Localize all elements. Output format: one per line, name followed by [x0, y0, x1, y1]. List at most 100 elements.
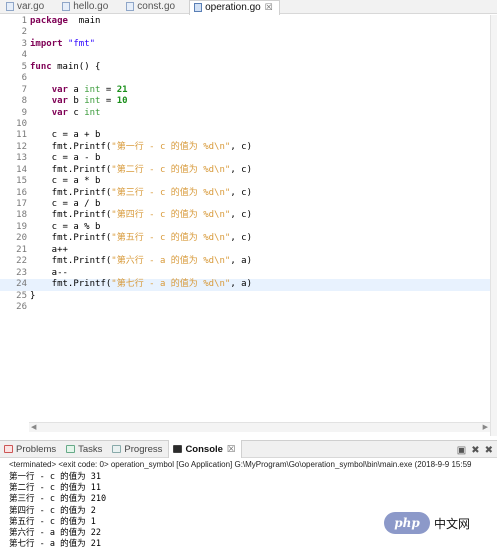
go-file-icon — [62, 2, 71, 11]
code-line[interactable]: 19 c = a % b — [0, 222, 490, 233]
code-token: package — [30, 16, 68, 26]
tab-tasks[interactable]: Tasks — [62, 440, 108, 458]
code-line[interactable]: 25} — [0, 291, 490, 302]
code-token: a++ — [30, 244, 68, 255]
code-line[interactable]: 10 — [0, 119, 490, 130]
code-token: import — [30, 38, 63, 49]
line-number: 8 — [21, 96, 27, 107]
line-number: 11 — [16, 130, 27, 141]
code-line[interactable]: 15 c = a * b — [0, 176, 490, 187]
code-token: } — [30, 290, 36, 301]
watermark-text: 中文网 — [434, 516, 471, 531]
code-token: fmt.Printf( — [30, 210, 112, 221]
progress-icon — [112, 445, 122, 453]
watermark: php 中文网 — [384, 512, 470, 534]
panel-toolbar: ▣ ✖ ✖ — [457, 441, 493, 459]
code-line[interactable]: 3 import "fmt" — [0, 39, 490, 50]
code-token: fmt.Printf( — [30, 164, 112, 175]
code-line[interactable]: 17 c = a / b — [0, 199, 490, 210]
tab-var-go[interactable]: var.go — [2, 0, 50, 14]
tab-const-go[interactable]: const.go — [122, 0, 181, 14]
code-line[interactable]: 14 fmt.Printf("第二行 - c 的值为 %d\n", c) — [0, 165, 490, 176]
code-editor[interactable]: 1 package main 2 3 import "fmt" 4 5 func main()… — [0, 15, 497, 436]
code-token: fmt.Printf( — [30, 279, 112, 290]
line-number: 17 — [16, 199, 27, 210]
tab-hello-go[interactable]: hello.go — [58, 0, 114, 14]
close-icon[interactable]: ☒ — [227, 444, 236, 455]
code-token: c = a + b — [30, 130, 101, 141]
code-token: fmt.Printf( — [30, 256, 112, 267]
tab-progress[interactable]: Progress — [108, 440, 168, 458]
code-line[interactable]: 5 func main() { — [0, 62, 490, 73]
code-token: main() { — [51, 61, 101, 72]
code-token: , a) — [230, 256, 252, 267]
line-number: 18 — [16, 210, 27, 221]
code-text: import "fmt" — [30, 39, 95, 50]
code-line[interactable]: 22 fmt.Printf("第六行 - a 的值为 %d\n", a) — [0, 256, 490, 267]
code-line[interactable]: 2 — [0, 27, 490, 38]
line-number: 19 — [16, 221, 27, 232]
code-text: var c int — [30, 107, 101, 119]
scroll-right-icon[interactable]: ▶ — [483, 423, 488, 431]
code-line[interactable]: 4 — [0, 50, 490, 61]
tab-operation-go[interactable]: operation.go ☒ — [189, 0, 280, 15]
line-number: 25 — [16, 290, 27, 301]
code-line[interactable]: 23 a-- — [0, 268, 490, 279]
code-text: fmt.Printf("第四行 - c 的值为 %d\n", c) — [30, 210, 252, 221]
code-line[interactable]: 12 fmt.Printf("第一行 - c 的值为 %d\n", c) — [0, 142, 490, 153]
console-line: 第一行 - c 的值为 31 — [9, 472, 101, 482]
code-line[interactable]: 11 c = a + b — [0, 130, 490, 141]
panel-tab-bar: Problems Tasks Progress Console ☒ ▣ ✖ ✖ — [0, 440, 497, 458]
code-line[interactable]: 20 fmt.Printf("第五行 - c 的值为 %d\n", c) — [0, 233, 490, 244]
console-icon — [173, 445, 183, 453]
tab-console[interactable]: Console ☒ — [168, 440, 243, 458]
code-token: , c) — [230, 141, 252, 152]
code-line[interactable]: 26 — [0, 302, 490, 313]
code-line[interactable]: 18 fmt.Printf("第四行 - c 的值为 %d\n", c) — [0, 210, 490, 221]
line-number: 1 — [21, 16, 27, 26]
close-icon[interactable]: ☒ — [265, 2, 273, 13]
code-text: a++ — [30, 245, 68, 256]
console-line: 第六行 - a 的值为 22 — [9, 528, 101, 538]
tab-label: var.go — [17, 1, 45, 12]
code-text: func main() { — [30, 62, 100, 73]
line-number: 16 — [16, 187, 27, 198]
terminate-icon[interactable]: ▣ — [457, 445, 466, 456]
tab-label: Console — [185, 443, 223, 455]
code-token: "第三行 - c 的值为 %d\n" — [111, 187, 231, 198]
code-line[interactable]: 24 fmt.Printf("第七行 - a 的值为 %d\n", a) — [0, 279, 490, 291]
code-token: "第二行 - c 的值为 %d\n" — [111, 164, 231, 175]
code-token: int — [84, 107, 101, 118]
tab-problems[interactable]: Problems — [0, 440, 62, 458]
code-token: "第四行 - c 的值为 %d\n" — [111, 210, 231, 221]
code-text: var a int = 21 — [30, 85, 128, 96]
code-text: fmt.Printf("第六行 - a 的值为 %d\n", a) — [30, 256, 252, 267]
remove-all-icon[interactable]: ✖ — [485, 445, 493, 456]
code-line[interactable]: 7 var a int = 21 — [0, 85, 490, 96]
scroll-left-icon[interactable]: ◀ — [31, 423, 36, 431]
code-text: fmt.Printf("第五行 - c 的值为 %d\n", c) — [30, 233, 252, 244]
line-number: 15 — [16, 176, 27, 187]
line-number: 3 — [21, 38, 27, 49]
code-line[interactable]: 1 package main — [0, 16, 490, 27]
console-status-line: <terminated> <exit code: 0> operation_sy… — [0, 459, 497, 471]
remove-launch-icon[interactable]: ✖ — [471, 445, 479, 456]
code-token: var — [51, 96, 68, 107]
code-text: fmt.Printf("第一行 - c 的值为 %d\n", c) — [30, 142, 252, 153]
vertical-scrollbar[interactable] — [490, 15, 497, 436]
console-line: 第七行 - a 的值为 21 — [9, 539, 101, 550]
code-text: c = a - b — [30, 153, 101, 164]
code-line[interactable]: 13 c = a - b — [0, 153, 490, 164]
horizontal-scrollbar[interactable]: ◀ ▶ — [29, 422, 490, 432]
console-line: 第四行 - c 的值为 2 — [9, 505, 96, 516]
code-line[interactable]: 16 fmt.Printf("第三行 - c 的值为 %d\n", c) — [0, 188, 490, 199]
code-text: fmt.Printf("第二行 - c 的值为 %d\n", c) — [30, 165, 252, 176]
code-line[interactable]: 9 var c int — [0, 108, 490, 119]
code-line[interactable]: 21 a++ — [0, 245, 490, 256]
code-line[interactable]: 8 var b int = 10 — [0, 96, 490, 107]
line-number: 2 — [21, 27, 27, 38]
code-line[interactable]: 6 — [0, 73, 490, 84]
